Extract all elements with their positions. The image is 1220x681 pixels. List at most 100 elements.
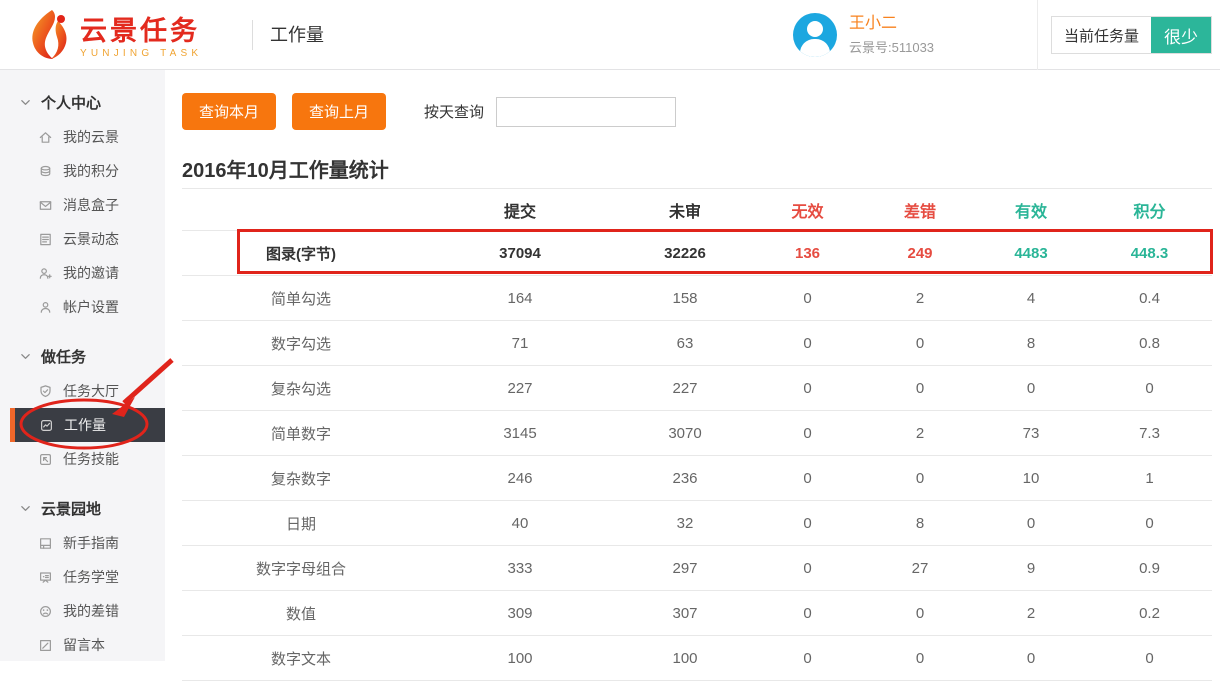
row-value: 9	[975, 546, 1087, 591]
row-value: 307	[620, 591, 750, 636]
avatar-person-icon	[807, 21, 823, 37]
current-task-load-badge: 当前任务量 很少	[1051, 16, 1212, 54]
table-row-图录(字节): 图录(字节)37094322261362494483448.3	[182, 231, 1212, 276]
query-this-month-button[interactable]: 查询本月	[182, 93, 276, 130]
row-value: 71	[420, 321, 620, 366]
row-value: 2	[865, 411, 975, 456]
row-value: 2	[975, 591, 1087, 636]
row-value: 333	[420, 546, 620, 591]
row-value: 100	[420, 636, 620, 681]
sidebar-item-云景动态[interactable]: 云景动态	[0, 222, 165, 256]
row-category: 复杂勾选	[182, 366, 420, 411]
row-value: 0	[750, 456, 865, 501]
row-value: 32	[620, 501, 750, 546]
table-row-日期: 日期40320800	[182, 501, 1212, 546]
sidebar: 个人中心我的云景我的积分消息盒子云景动态我的邀请帐户设置做任务任务大厅工作量任务…	[0, 70, 165, 661]
sidebar-item-任务大厅[interactable]: 任务大厅	[0, 374, 165, 408]
sidebar-item-我的积分[interactable]: 我的积分	[0, 154, 165, 188]
task-load-value-badge: 很少	[1151, 17, 1211, 53]
sidebar-item-帐户设置[interactable]: 帐户设置	[0, 290, 165, 324]
by-day-label: 按天查询	[424, 101, 484, 122]
guide-icon	[38, 536, 53, 551]
query-last-month-button[interactable]: 查询上月	[292, 93, 386, 130]
toolbar: 查询本月 查询上月 按天查询	[182, 93, 676, 130]
table-row-数字字母组合: 数字字母组合33329702790.9	[182, 546, 1212, 591]
row-value: 246	[420, 456, 620, 501]
table-header-row: 提交未审无效差错有效积分	[182, 189, 1212, 231]
table-row-复杂勾选: 复杂勾选2272270000	[182, 366, 1212, 411]
row-category: 复杂数字	[182, 456, 420, 501]
sidebar-section-做任务[interactable]: 做任务	[0, 338, 165, 374]
column-header-有效: 有效	[975, 189, 1087, 231]
row-value: 32226	[620, 231, 750, 276]
row-value: 0	[865, 591, 975, 636]
row-value: 0	[865, 321, 975, 366]
row-value: 0	[865, 636, 975, 681]
sidebar-item-留言本[interactable]: 留言本	[0, 628, 165, 662]
row-value: 136	[750, 231, 865, 276]
row-value: 63	[620, 321, 750, 366]
column-header-无效: 无效	[750, 189, 865, 231]
row-value: 448.3	[1087, 231, 1212, 276]
sidebar-item-我的邀请[interactable]: 我的邀请	[0, 256, 165, 290]
row-value: 309	[420, 591, 620, 636]
row-value: 27	[865, 546, 975, 591]
shield-check-icon	[38, 384, 53, 399]
row-value: 0.9	[1087, 546, 1212, 591]
task-load-label: 当前任务量	[1052, 17, 1151, 53]
note-pencil-icon	[38, 638, 53, 653]
column-header-未审: 未审	[620, 189, 750, 231]
logo-subtitle: YUNJING TASK	[80, 48, 202, 59]
sidebar-item-工作量[interactable]: 工作量	[10, 408, 165, 442]
chevron-down-icon	[20, 351, 31, 362]
sidebar-item-我的云景[interactable]: 我的云景	[0, 120, 165, 154]
home-icon	[38, 130, 53, 145]
row-value: 8	[865, 501, 975, 546]
chevron-down-icon	[20, 503, 31, 514]
row-value: 0	[750, 636, 865, 681]
column-header-积分: 积分	[1087, 189, 1212, 231]
sidebar-section-个人中心[interactable]: 个人中心	[0, 84, 165, 120]
row-value: 297	[620, 546, 750, 591]
table-row-数字文本: 数字文本1001000000	[182, 636, 1212, 681]
skill-arrow-icon	[38, 452, 53, 467]
app-logo[interactable]: 云景任务 YUNJING TASK	[28, 9, 202, 66]
row-category: 简单勾选	[182, 276, 420, 321]
by-day-input[interactable]	[496, 97, 676, 127]
table-row-复杂数字: 复杂数字24623600101	[182, 456, 1212, 501]
row-value: 0	[975, 501, 1087, 546]
row-value: 0	[750, 366, 865, 411]
row-value: 73	[975, 411, 1087, 456]
row-value: 0	[750, 321, 865, 366]
row-value: 158	[620, 276, 750, 321]
row-value: 236	[620, 456, 750, 501]
stats-table: 提交未审无效差错有效积分 图录(字节)370943222613624944834…	[182, 188, 1212, 681]
row-value: 0	[750, 546, 865, 591]
board-icon	[38, 570, 53, 585]
sidebar-item-新手指南[interactable]: 新手指南	[0, 526, 165, 560]
page-title: 工作量	[270, 0, 324, 70]
row-value: 3070	[620, 411, 750, 456]
sidebar-item-任务学堂[interactable]: 任务学堂	[0, 560, 165, 594]
row-category: 数字字母组合	[182, 546, 420, 591]
table-row-数字勾选: 数字勾选71630080.8	[182, 321, 1212, 366]
user-info[interactable]: 王小二 云景号:511033	[793, 13, 934, 57]
avatar[interactable]	[793, 13, 837, 57]
row-value: 0.4	[1087, 276, 1212, 321]
table-row-简单数字: 简单数字3145307002737.3	[182, 411, 1212, 456]
user-plus-icon	[38, 266, 53, 281]
sidebar-item-我的差错[interactable]: 我的差错	[0, 594, 165, 628]
row-value: 7.3	[1087, 411, 1212, 456]
row-category: 数值	[182, 591, 420, 636]
row-category: 日期	[182, 501, 420, 546]
table-row-简单勾选: 简单勾选1641580240.4	[182, 276, 1212, 321]
user-name: 王小二	[849, 14, 934, 34]
row-value: 249	[865, 231, 975, 276]
row-value: 40	[420, 501, 620, 546]
sidebar-section-云景园地[interactable]: 云景园地	[0, 490, 165, 526]
sidebar-item-消息盒子[interactable]: 消息盒子	[0, 188, 165, 222]
sidebar-item-任务技能[interactable]: 任务技能	[0, 442, 165, 476]
row-value: 100	[620, 636, 750, 681]
row-value: 4	[975, 276, 1087, 321]
row-value: 164	[420, 276, 620, 321]
